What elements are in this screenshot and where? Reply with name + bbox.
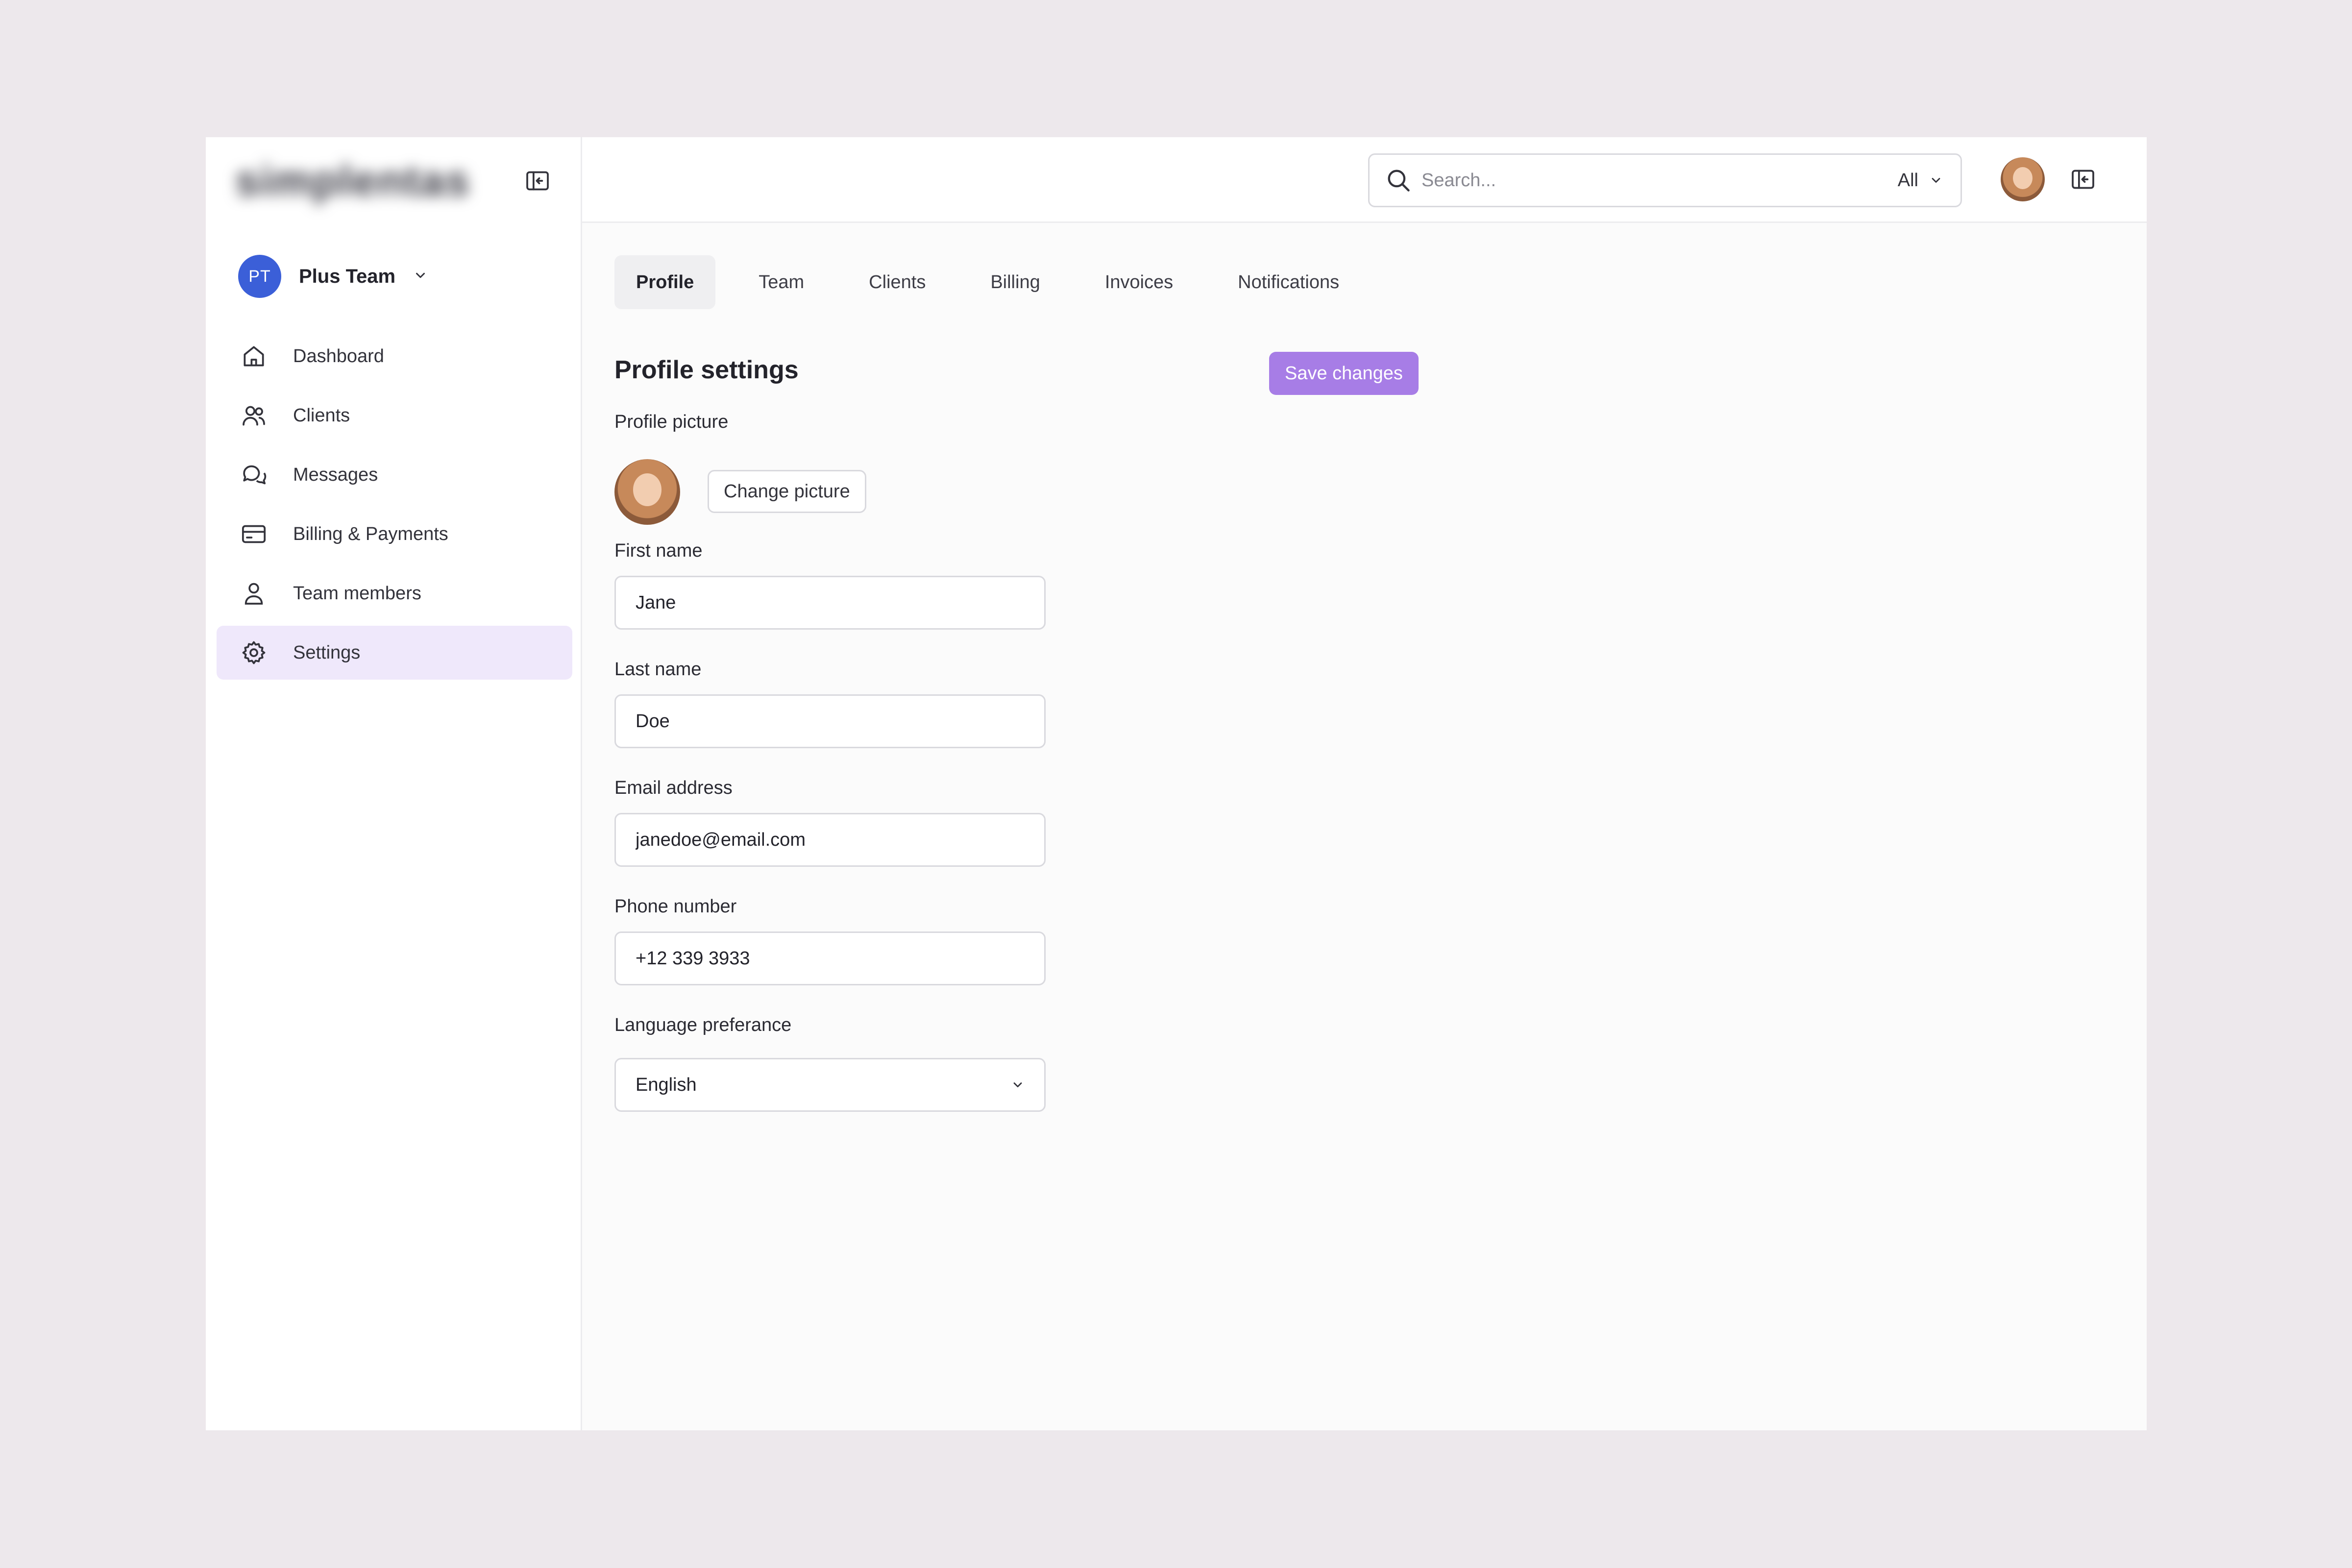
credit-card-icon xyxy=(242,525,266,543)
sidebar-nav: Dashboard Clients Messages Billing & Pay… xyxy=(217,329,572,685)
user-avatar[interactable] xyxy=(2001,157,2045,201)
sidebar-item-label: Dashboard xyxy=(293,345,384,367)
search-icon xyxy=(1388,170,1410,192)
phone-label: Phone number xyxy=(614,896,737,917)
tab-notifications[interactable]: Notifications xyxy=(1216,255,1361,309)
topbar: All xyxy=(582,137,2147,223)
chat-icon xyxy=(243,465,267,485)
sidebar-collapse-icon xyxy=(526,171,549,191)
language-label: Language preferance xyxy=(614,1015,792,1035)
language-select[interactable]: English xyxy=(614,1058,1046,1112)
team-switcher[interactable]: PT Plus Team xyxy=(238,255,428,298)
last-name-label: Last name xyxy=(614,659,702,680)
last-name-field[interactable] xyxy=(614,694,1046,748)
sidebar-item-label: Clients xyxy=(293,405,350,426)
sidebar: simplentas PT Plus Team Dashboard Client… xyxy=(206,137,582,1430)
sidebar-item-clients[interactable]: Clients xyxy=(217,389,572,442)
tab-billing[interactable]: Billing xyxy=(969,255,1061,309)
app-window: simplentas PT Plus Team Dashboard Client… xyxy=(206,137,2147,1430)
sidebar-item-dashboard[interactable]: Dashboard xyxy=(217,329,572,383)
sidebar-item-messages[interactable]: Messages xyxy=(217,448,572,502)
sidebar-item-label: Messages xyxy=(293,464,378,485)
first-name-field[interactable] xyxy=(614,576,1046,630)
settings-tabs: Profile Team Clients Billing Invoices No… xyxy=(614,255,1382,309)
sidebar-item-label: Team members xyxy=(293,583,421,604)
logo: simplentas xyxy=(235,156,470,205)
users-icon xyxy=(243,406,265,426)
user-icon xyxy=(245,583,263,605)
phone-field[interactable] xyxy=(614,931,1046,985)
team-avatar: PT xyxy=(238,255,281,298)
save-button[interactable]: Save changes xyxy=(1269,352,1419,395)
profile-picture xyxy=(614,459,680,525)
sidebar-item-billing-payments[interactable]: Billing & Payments xyxy=(217,507,572,561)
search-scope-value: All xyxy=(1897,170,1918,191)
tab-invoices[interactable]: Invoices xyxy=(1083,255,1195,309)
search-scope-dropdown[interactable]: All xyxy=(1898,170,1943,191)
language-value: English xyxy=(636,1074,697,1095)
gear-icon xyxy=(242,641,266,664)
team-name: Plus Team xyxy=(299,265,396,287)
chevron-down-icon xyxy=(1932,178,1940,183)
change-picture-button[interactable]: Change picture xyxy=(708,470,866,513)
sidebar-collapse-icon xyxy=(2072,170,2094,189)
sidebar-item-settings[interactable]: Settings xyxy=(217,626,572,680)
main-area: All Profile Team Clients Billing Invoice… xyxy=(582,137,2147,1430)
tab-team[interactable]: Team xyxy=(737,255,826,309)
chevron-down-icon xyxy=(1013,1082,1022,1087)
collapse-sidebar-button[interactable] xyxy=(520,164,555,198)
sidebar-item-label: Billing & Payments xyxy=(293,523,448,544)
tab-clients[interactable]: Clients xyxy=(847,255,947,309)
page-title: Profile settings xyxy=(614,356,799,384)
email-field[interactable] xyxy=(614,813,1046,867)
sidebar-item-team-members[interactable]: Team members xyxy=(217,566,572,620)
home-icon xyxy=(244,346,264,367)
settings-content: Profile Team Clients Billing Invoices No… xyxy=(582,223,2147,1430)
email-label: Email address xyxy=(614,778,733,798)
profile-picture-label: Profile picture xyxy=(614,412,729,432)
tab-profile[interactable]: Profile xyxy=(614,255,716,309)
chevron-down-icon xyxy=(413,268,428,285)
sidebar-item-label: Settings xyxy=(293,642,361,663)
first-name-label: First name xyxy=(614,540,703,561)
search-input[interactable] xyxy=(1421,169,1898,192)
toggle-panel-button[interactable] xyxy=(2066,162,2100,196)
search-bar: All xyxy=(1368,153,1962,207)
